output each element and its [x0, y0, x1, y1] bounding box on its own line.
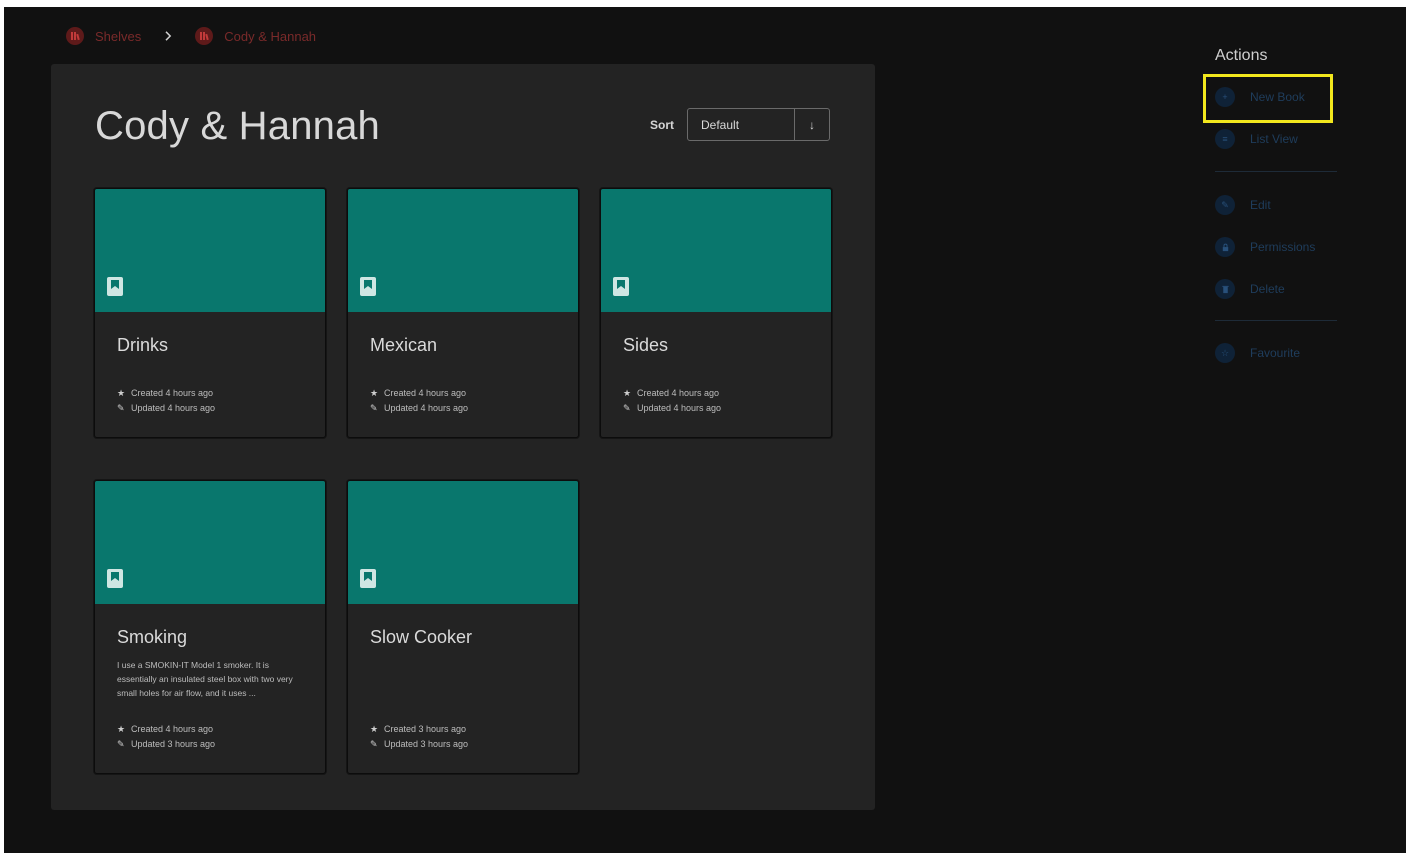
sort-select[interactable]: Default — [688, 109, 795, 140]
book-cover — [95, 189, 325, 312]
list-icon: ≡ — [1215, 129, 1235, 149]
created-text: Created 3 hours ago — [384, 724, 467, 734]
breadcrumb-shelves-link[interactable]: Shelves — [66, 27, 141, 45]
created-text: Created 4 hours ago — [131, 388, 214, 398]
updated-text: Updated 4 hours ago — [384, 403, 469, 413]
pencil-icon: ✎ — [117, 739, 125, 749]
trash-icon — [1215, 279, 1235, 299]
book-meta: ★ Created 4 hours ago ✎ Updated 3 hours ag… — [117, 722, 215, 752]
book-title: Mexican — [370, 335, 438, 355]
book-icon — [360, 277, 376, 296]
book-title: Smoking — [117, 627, 188, 647]
actions-divider — [1215, 171, 1337, 172]
book-card[interactable]: Mexican ★ Created 4 hours ago ✎ Updated 4 … — [347, 188, 579, 438]
sort-control: Sort Default ↓ — [650, 108, 830, 141]
book-meta: ★ Created 4 hours ago ✎ Updated 4 hours ag… — [370, 386, 468, 416]
book-icon — [107, 569, 123, 588]
shelf-panel: Cody & Hannah Sort Default ↓ Drinks ★ Cre… — [51, 64, 875, 810]
book-icon — [360, 569, 376, 588]
book-cover — [601, 189, 831, 312]
favourite-button[interactable]: ☆ Favourite — [1215, 343, 1337, 363]
permissions-button[interactable]: Permissions — [1215, 237, 1337, 257]
page-title: Cody & Hannah — [95, 104, 381, 148]
highlight-box — [1203, 74, 1333, 123]
created-text: Created 4 hours ago — [384, 388, 467, 398]
action-label: Favourite — [1250, 346, 1301, 360]
action-label: Delete — [1250, 282, 1285, 296]
edit-button[interactable]: ✎ Edit — [1215, 195, 1337, 215]
list-view-button[interactable]: ≡ List View — [1215, 129, 1337, 149]
breadcrumb-current-shelf-link[interactable]: Cody & Hannah — [195, 27, 316, 45]
star-icon: ★ — [623, 388, 632, 398]
chevron-right-icon — [163, 31, 173, 41]
actions-sidebar-group: ☆ Favourite — [1215, 343, 1337, 363]
book-title: Drinks — [117, 335, 169, 355]
delete-button[interactable]: Delete — [1215, 279, 1337, 299]
star-icon: ★ — [117, 724, 126, 734]
app-window: Shelves Cody & Hannah Cody & Hannah Sort… — [4, 7, 1406, 853]
book-cover — [95, 481, 325, 604]
updated-text: Updated 4 hours ago — [637, 403, 722, 413]
book-icon — [107, 277, 123, 296]
shelf-icon — [195, 27, 214, 45]
pencil-icon: ✎ — [1215, 195, 1235, 215]
shelf-icon — [66, 27, 84, 45]
updated-text: Updated 4 hours ago — [131, 403, 216, 413]
book-card[interactable]: Slow Cooker ★ Created 3 hours ago ✎ Update… — [347, 480, 579, 774]
book-cover — [348, 481, 578, 604]
book-meta: ★ Created 4 hours ago ✎ Updated 4 hours ag… — [117, 386, 215, 416]
breadcrumb-label: Cody & Hannah — [224, 28, 317, 44]
book-meta: ★ Created 3 hours ago ✎ Updated 3 hours ag… — [370, 722, 468, 752]
star-icon: ★ — [117, 388, 126, 398]
created-text: Created 4 hours ago — [637, 388, 720, 398]
sort-direction-button[interactable]: ↓ — [795, 109, 829, 140]
book-card[interactable]: Drinks ★ Created 4 hours ago ✎ Updated 4 h… — [94, 188, 326, 438]
pencil-icon: ✎ — [370, 739, 378, 749]
book-icon — [613, 277, 629, 296]
star-icon: ☆ — [1215, 343, 1235, 363]
actions-title: Actions — [1215, 47, 1268, 64]
action-label: Permissions — [1250, 240, 1316, 254]
breadcrumb-label: Shelves — [95, 28, 142, 44]
updated-text: Updated 3 hours ago — [131, 739, 216, 749]
sort-label: Sort — [650, 117, 674, 132]
book-card[interactable]: Sides ★ Created 4 hours ago ✎ Updated 4 ho… — [600, 188, 832, 438]
created-text: Created 4 hours ago — [131, 724, 214, 734]
action-label: Edit — [1250, 198, 1271, 212]
star-icon: ★ — [370, 388, 379, 398]
book-cover — [348, 189, 578, 312]
action-label: List View — [1250, 132, 1298, 146]
pencil-icon: ✎ — [623, 403, 631, 413]
sort-box: Default ↓ — [687, 108, 830, 141]
pencil-icon: ✎ — [370, 403, 378, 413]
actions-divider — [1215, 320, 1337, 321]
updated-text: Updated 3 hours ago — [384, 739, 469, 749]
book-card[interactable]: Smoking I use a SMOKIN-IT Model 1 smoker… — [94, 480, 326, 774]
book-title: Sides — [623, 335, 669, 355]
breadcrumb: Shelves Cody & Hannah — [66, 27, 316, 45]
lock-icon — [1215, 237, 1235, 257]
book-meta: ★ Created 4 hours ago ✎ Updated 4 hours ag… — [623, 386, 721, 416]
book-description: I use a SMOKIN-IT Model 1 smoker. It is … — [117, 660, 293, 698]
pencil-icon: ✎ — [117, 403, 125, 413]
star-icon: ★ — [370, 724, 379, 734]
book-title: Slow Cooker — [370, 627, 473, 647]
actions-sidebar-group: ✎ Edit Permissions Delete — [1215, 195, 1337, 299]
